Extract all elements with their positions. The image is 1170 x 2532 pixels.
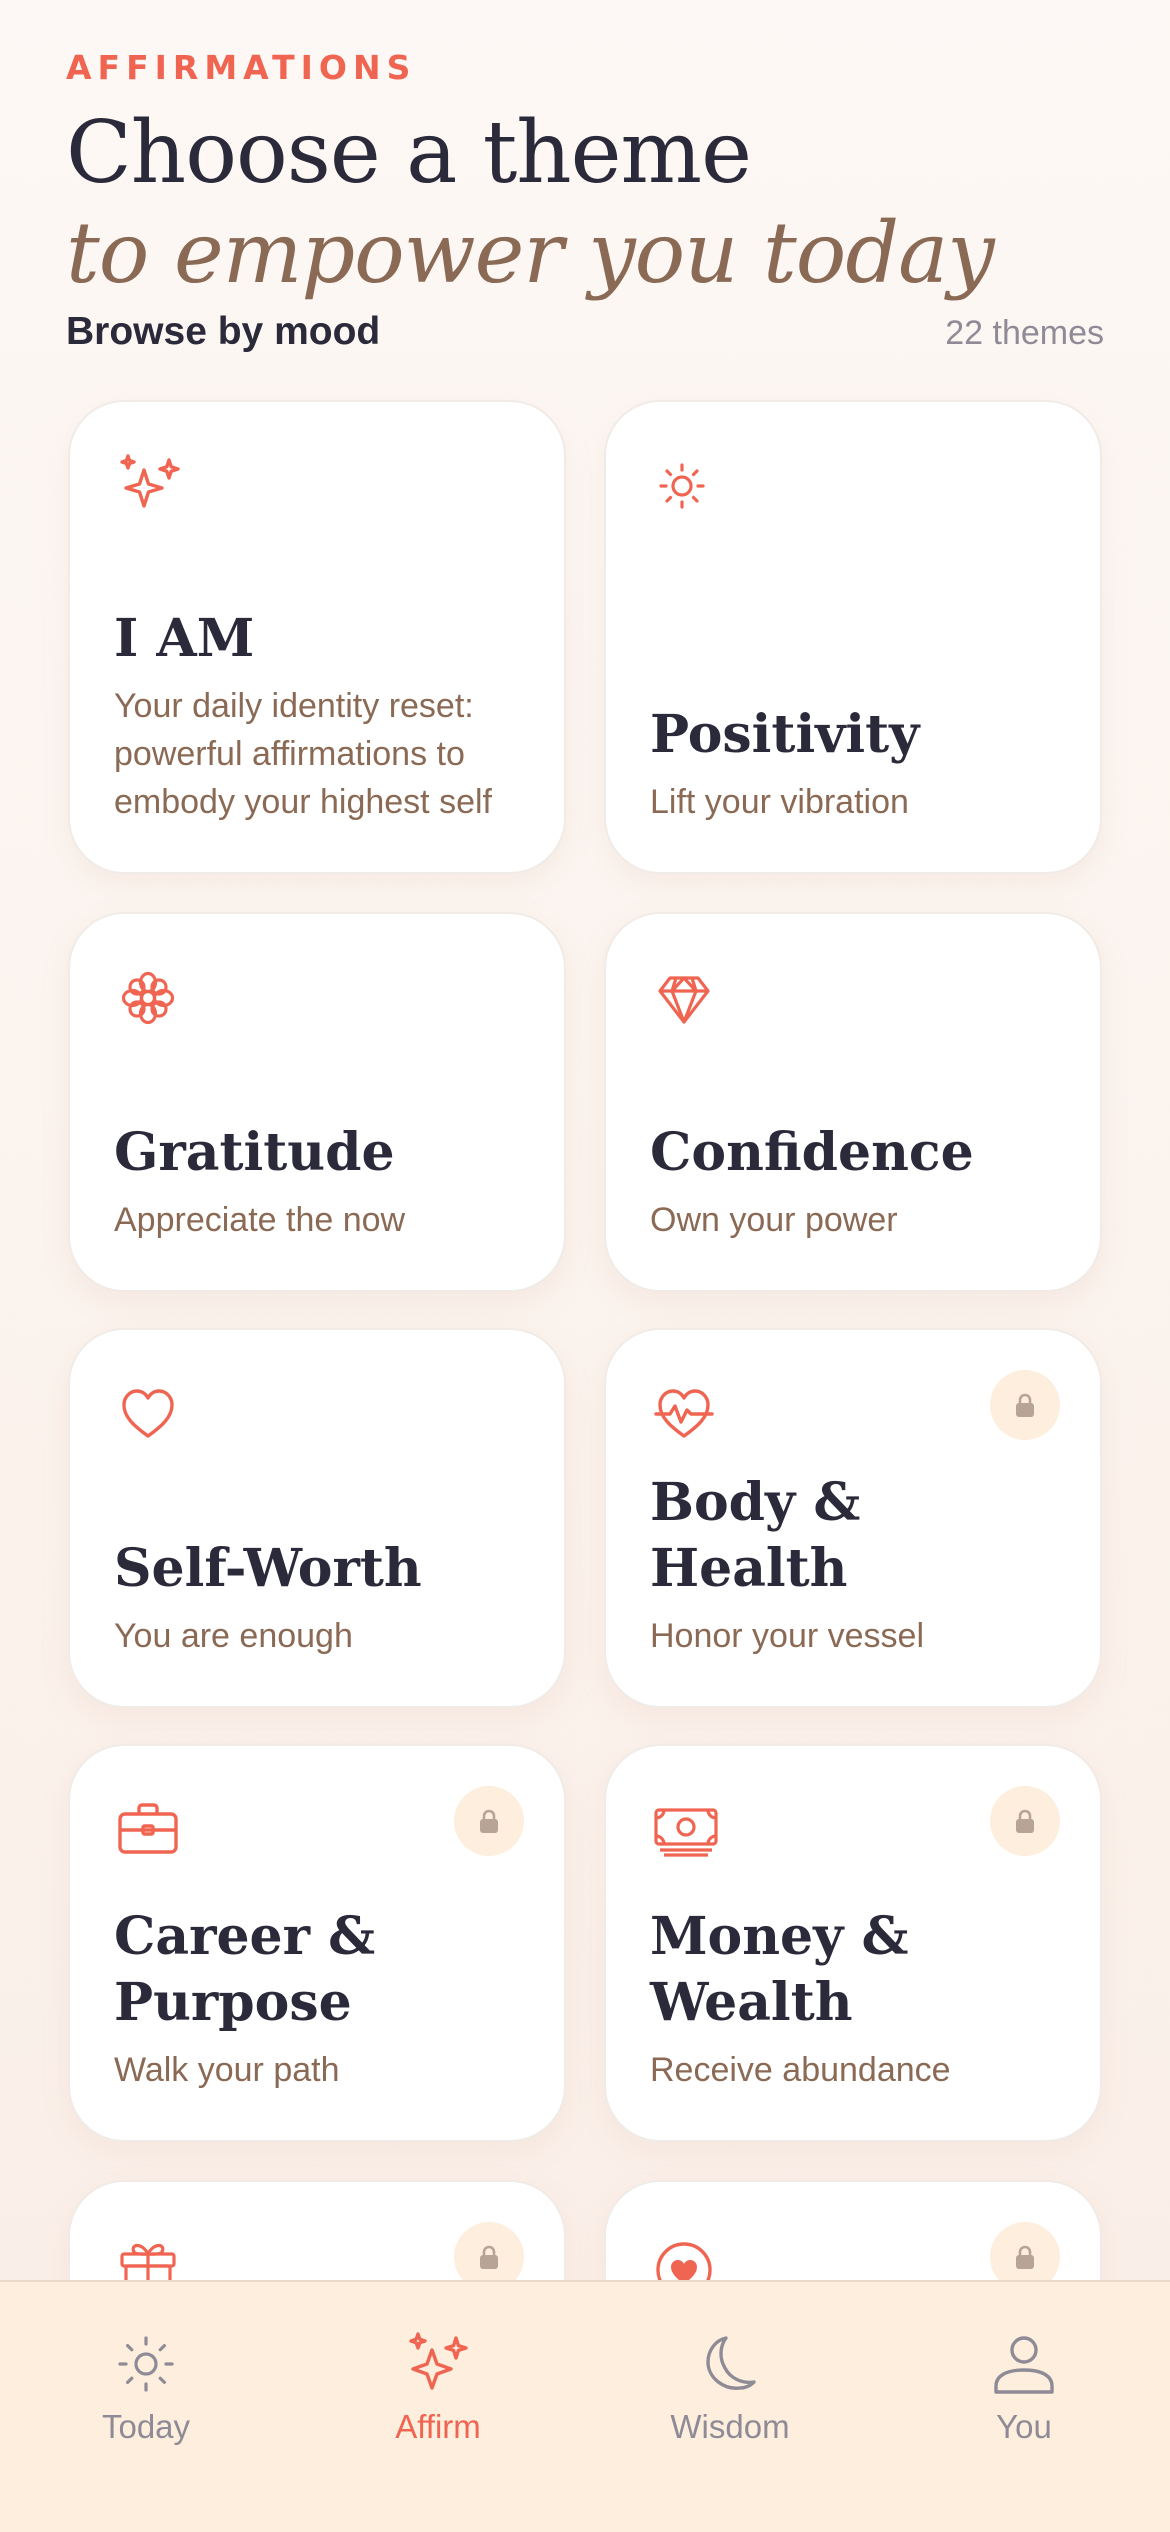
lock-icon [990,1370,1060,1440]
theme-card-confidence[interactable]: Confidence Own your power [604,912,1102,1292]
theme-description: Lift your vibration [650,783,909,821]
page-header: AFFIRMATIONS Choose a theme to empower y… [66,48,1106,303]
theme-description: You are enough [114,1617,353,1655]
tab-you[interactable]: You [924,2326,1124,2446]
banknote-icon [650,1792,726,1868]
sun-icon [650,448,726,524]
page-title: Choose a theme [66,103,752,203]
theme-name: Money & Wealth [650,1906,909,2033]
tab-label: You [996,2408,1052,2445]
section-eyebrow: AFFIRMATIONS [66,48,417,87]
bottom-tab-bar: Today Affirm Wisdom You [0,2280,1170,2532]
theme-name: Confidence [650,1122,974,1183]
theme-description: Walk your path [114,2051,340,2089]
tab-label: Affirm [395,2408,481,2445]
heartbeat-icon [650,1376,726,1452]
tab-today[interactable]: Today [46,2326,246,2446]
theme-card-self-worth[interactable]: Self-Worth You are enough [68,1328,566,1708]
moon-icon [706,2336,756,2390]
theme-name: Career & Purpose [114,1906,376,2033]
flower-icon [114,960,190,1036]
sparkles-icon [409,2332,468,2390]
theme-count: 22 themes [945,314,1104,352]
lock-icon [454,1786,524,1856]
theme-name: Self-Worth [114,1538,422,1599]
diamond-icon [650,960,726,1036]
theme-description: Receive abundance [650,2051,951,2089]
theme-card-gratitude[interactable]: Gratitude Appreciate the now [68,912,566,1292]
theme-name: Body & Health [650,1472,861,1599]
tab-affirm[interactable]: Affirm [338,2326,538,2446]
theme-card-money-wealth[interactable]: Money & Wealth Receive abundance [604,1744,1102,2142]
tab-wisdom[interactable]: Wisdom [630,2326,830,2446]
theme-card-i-am[interactable]: I AM Your daily identity reset: powerful… [68,400,566,874]
user-icon [994,2336,1054,2394]
theme-card-body-health[interactable]: Body & Health Honor your vessel [604,1328,1102,1708]
lock-icon [990,1786,1060,1856]
theme-name: I AM [114,608,255,669]
page-subtitle: to empower you today [66,204,995,302]
heart-icon [114,1376,190,1452]
theme-description: Own your power [650,1201,898,1239]
theme-name: Positivity [650,704,920,765]
theme-name: Gratitude [114,1122,395,1183]
browse-label: Browse by mood [66,310,381,353]
tab-label: Today [101,2408,191,2445]
theme-description: Honor your vessel [650,1617,925,1655]
sparkles-icon [114,448,190,524]
browse-row: Browse by mood 22 themes [66,310,1104,354]
sun-icon [118,2336,174,2392]
theme-card-career-purpose[interactable]: Career & Purpose Walk your path [68,1744,566,2142]
theme-description: Your daily identity reset: powerful affi… [114,687,492,821]
tab-label: Wisdom [670,2408,790,2445]
briefcase-icon [114,1792,190,1868]
theme-card-positivity[interactable]: Positivity Lift your vibration [604,400,1102,874]
theme-description: Appreciate the now [114,1201,406,1239]
